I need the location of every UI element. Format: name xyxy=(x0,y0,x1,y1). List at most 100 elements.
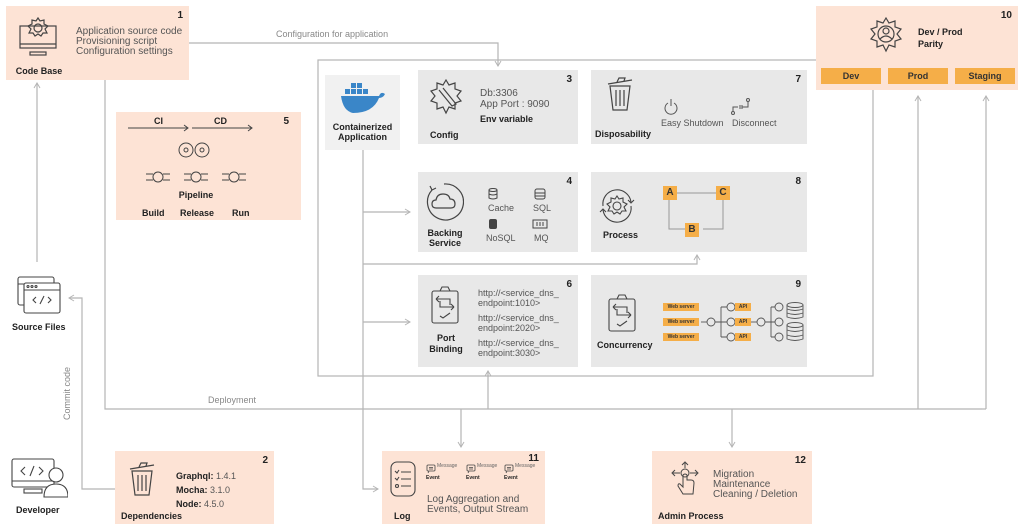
process-panel: 8 Process A B C xyxy=(591,172,807,252)
logs-panel: 11 Log Message Event Message Event Messa… xyxy=(382,451,545,524)
power-icon xyxy=(663,98,679,116)
clipboard-icon xyxy=(430,285,460,325)
pipeline-panel: 5 CI CD Pipeline Build Release Run xyxy=(116,112,301,220)
node-run xyxy=(222,171,246,183)
admin-title: Admin Process xyxy=(658,511,724,521)
message-icon xyxy=(504,464,514,474)
message-label: Message xyxy=(437,463,458,469)
source-files-title: Source Files xyxy=(12,322,66,332)
process-cycle-icon xyxy=(597,186,637,226)
endpoint-line: endpoint:3030> xyxy=(478,348,541,358)
backing-service-panel: 4 Backing Service Cache SQL NoSQL MQ xyxy=(418,172,578,252)
hand-touch-icon xyxy=(670,461,700,497)
concurrency-panel: 9 Concurrency Web server Web server Web … xyxy=(591,275,807,367)
commit-code-label: Commit code xyxy=(62,366,72,420)
endpoint-line: endpoint:2020> xyxy=(478,323,541,333)
event-label: Event xyxy=(466,475,480,481)
panel-number: 2 xyxy=(262,455,268,466)
disconnect-icon xyxy=(731,98,751,116)
panel-number: 6 xyxy=(566,279,572,290)
clipboard-icon xyxy=(607,293,637,333)
container-title: Application xyxy=(338,132,387,142)
trash-icon xyxy=(127,461,157,497)
api-badge: API xyxy=(735,303,751,311)
api-badge: API xyxy=(735,318,751,326)
port-binding-panel: 6 Port Binding http://<service_dns_ endp… xyxy=(418,275,578,367)
codebase-panel: 1 Code Base Application source code Prov… xyxy=(6,6,189,80)
source-files-icon xyxy=(16,275,62,315)
developer-icon xyxy=(10,457,68,499)
gear-user-icon xyxy=(866,16,906,56)
cache-icon xyxy=(488,188,498,200)
config-env-variable: Env variable xyxy=(480,114,534,124)
endpoint-line: http://<service_dns_ xyxy=(478,313,559,323)
stage-build: Build xyxy=(142,208,165,218)
env-prod: Prod xyxy=(888,68,948,84)
config-title: Config xyxy=(430,130,459,140)
message-icon xyxy=(426,464,436,474)
dependencies-panel: 2 Dependencies Graphql: 1.4.1 Mocha: 3.1… xyxy=(115,451,274,524)
disposability-panel: 7 Disposability Easy Shutdown Disconnect xyxy=(591,70,807,144)
panel-number: 4 xyxy=(566,176,572,187)
message-label: Message xyxy=(515,463,536,469)
message-icon xyxy=(466,464,476,474)
admin-line: Cleaning / Deletion xyxy=(713,489,798,500)
disposability-title: Disposability xyxy=(595,129,652,139)
api-badge: API xyxy=(735,333,751,341)
pipeline-title: Pipeline xyxy=(178,190,214,200)
container-panel: Containerized Application xyxy=(325,75,400,150)
dependency-item: Mocha: 3.1.0 xyxy=(176,485,231,495)
sql-icon xyxy=(534,188,546,200)
dependencies-title: Dependencies xyxy=(121,511,183,521)
panel-number: 10 xyxy=(1000,10,1012,21)
concurrency-graph xyxy=(701,302,804,342)
stage-release: Release xyxy=(180,208,215,218)
endpoint-line: http://<service_dns_ xyxy=(478,338,559,348)
config-line: App Port : 9090 xyxy=(480,99,550,110)
endpoint-line: http://<service_dns_ xyxy=(478,288,559,298)
nosql-icon xyxy=(488,218,498,230)
panel-number: 7 xyxy=(795,74,801,85)
node-build xyxy=(146,171,170,183)
monitor-gear-icon xyxy=(18,14,58,60)
mq-icon xyxy=(532,219,548,229)
env-dev: Dev xyxy=(821,68,881,84)
panel-number: 1 xyxy=(177,10,183,21)
panel-number: 3 xyxy=(566,74,572,85)
config-connector xyxy=(189,42,502,67)
dependency-item: Graphql: 1.4.1 xyxy=(176,471,237,481)
easy-shutdown-label: Easy Shutdown xyxy=(661,118,724,128)
config-connector-label: Configuration for application xyxy=(276,29,389,39)
log-description: Events, Output Stream xyxy=(427,504,529,515)
deployment-label: Deployment xyxy=(208,395,257,405)
web-server-badge: Web server xyxy=(663,333,699,341)
codebase-title: Code Base xyxy=(15,66,63,76)
backing-title: Backing Service xyxy=(427,228,463,248)
checklist-icon xyxy=(390,461,416,497)
pipeline-diagram xyxy=(128,124,253,183)
message-label: Message xyxy=(477,463,498,469)
parity-title: Dev / Prod xyxy=(918,27,963,37)
concurrency-title: Concurrency xyxy=(597,340,653,350)
codebase-line: Configuration settings xyxy=(76,46,173,57)
trash-icon xyxy=(605,76,635,112)
container-title: Containerized xyxy=(332,122,393,132)
web-server-badge: Web server xyxy=(663,318,699,326)
process-node-b: B xyxy=(685,223,699,237)
process-title: Process xyxy=(603,230,639,240)
process-node-a: A xyxy=(663,186,677,200)
commit-line xyxy=(68,294,115,490)
parity-panel: 10 Dev / Prod Parity Dev Prod Staging xyxy=(816,6,1018,90)
log-title: Log xyxy=(394,511,411,521)
sql-label: SQL xyxy=(533,203,552,213)
panel-number: 8 xyxy=(795,176,801,187)
event-label: Event xyxy=(504,475,518,481)
config-panel: 3 Config Db:3306 App Port : 9090 Env var… xyxy=(418,70,578,144)
process-node-c: C xyxy=(716,186,730,200)
docker-icon xyxy=(339,81,387,115)
endpoint-line: endpoint:1010> xyxy=(478,298,541,308)
panel-number: 9 xyxy=(795,279,801,290)
gear-wrench-icon xyxy=(426,78,466,118)
node-release xyxy=(184,171,208,183)
parity-title: Parity xyxy=(918,39,944,49)
